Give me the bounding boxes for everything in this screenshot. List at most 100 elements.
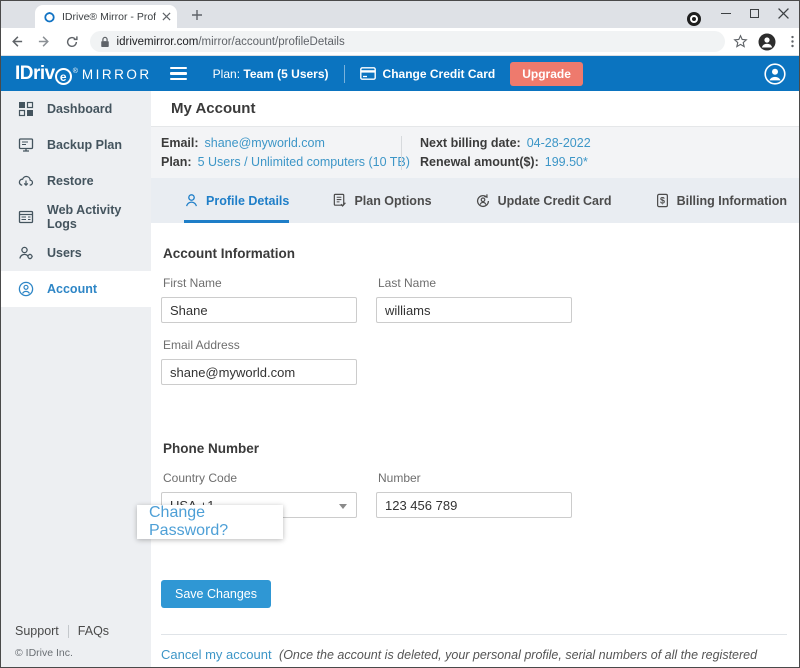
user-avatar-icon [764,63,786,85]
users-icon [18,245,34,261]
window-maximize-icon[interactable] [750,9,759,18]
first-name-input[interactable] [161,297,357,323]
sidebar-item-restore[interactable]: Restore [1,163,151,199]
new-tab-button[interactable] [189,7,205,23]
upgrade-button[interactable]: Upgrade [510,62,583,86]
account-information-heading: Account Information [163,246,799,261]
sidebar-item-web-activity-logs[interactable]: Web Activity Logs [1,199,151,235]
web-activity-logs-icon [18,209,34,225]
sidebar-item-label: Restore [47,174,94,188]
window-close-icon[interactable] [778,8,789,19]
tab-title: IDrive® Mirror - Profile Details [62,11,156,23]
next-billing-label: Next billing date: [420,136,521,150]
browser-tab[interactable]: IDrive® Mirror - Profile Details [35,5,177,28]
last-name-input[interactable] [376,297,572,323]
tab-close-icon[interactable] [162,12,171,21]
faqs-link[interactable]: FAQs [78,624,109,638]
change-password-link: Change Password? [149,504,283,540]
tab-update-credit-card[interactable]: Update Credit Card [475,178,612,223]
document-check-icon [332,193,347,208]
reload-button[interactable] [60,30,84,54]
recording-indicator-icon [687,12,701,26]
url-bar[interactable]: idrivemirror.com/mirror/account/profileD… [90,31,725,52]
tab-label: Profile Details [206,194,289,208]
change-password-callout[interactable]: Change Password? [137,505,283,539]
account-summary-bar: Email: shane@myworld.com Plan: 5 Users /… [151,127,799,178]
account-avatar-button[interactable] [764,63,786,85]
email-address-label: Email Address [163,338,357,352]
toolbar-right [733,33,799,51]
cancel-account-link[interactable]: Cancel my account [161,647,272,662]
forward-button[interactable] [33,30,57,54]
back-button[interactable] [5,30,29,54]
email-address-input[interactable] [161,359,357,385]
credit-card-icon [360,67,376,80]
sidebar-item-label: Users [47,246,82,260]
sidebar-item-label: Dashboard [47,102,112,116]
support-link[interactable]: Support [15,624,59,638]
browser-toolbar: idrivemirror.com/mirror/account/profileD… [1,28,799,56]
url-domain: idrivemirror.com [117,36,199,48]
browser-menu-dots-icon[interactable] [786,35,799,48]
renewal-amount-label: Renewal amount($): [420,155,539,169]
sidebar-item-dashboard[interactable]: Dashboard [1,91,151,127]
idrive-mirror-logo[interactable]: IDrive®MIRROR [15,63,152,85]
bookmark-star-icon[interactable] [733,34,748,49]
refresh-card-icon [475,193,491,209]
email-label: Email: [161,136,199,150]
header-divider [344,65,345,83]
page-title: My Account [171,100,255,117]
phone-number-input[interactable] [376,492,572,518]
window-minimize-icon[interactable] [721,13,731,14]
page-title-bar: My Account [151,91,799,127]
change-credit-card-label: Change Credit Card [383,67,496,81]
backup-plan-icon [18,137,34,153]
sidebar: Dashboard Backup Plan Restore Web Activi… [1,91,151,667]
chevron-down-icon [339,504,347,509]
main-content: My Account Email: shane@myworld.com Plan… [151,91,799,667]
favicon-idrive-icon [43,10,56,23]
plan-value: 5 Users / Unlimited computers (10 TB) [198,155,410,169]
account-tabs: Profile Details Plan Options Update Cred… [151,178,799,223]
email-value: shane@myworld.com [205,136,325,150]
logo-text: IDriv [15,63,55,85]
sidebar-item-users[interactable]: Users [1,235,151,271]
window-controls [721,6,789,20]
tab-billing-information[interactable]: $ Billing Information [655,178,787,223]
country-code-label: Country Code [163,471,357,485]
reload-icon [65,35,79,49]
copyright-text: © IDrive Inc. [15,647,109,659]
restore-cloud-icon [18,173,34,189]
account-icon [18,281,34,297]
tab-label: Update Credit Card [498,194,612,208]
person-icon [184,193,199,208]
tab-label: Plan Options [354,194,431,208]
sidebar-item-label: Account [47,282,97,296]
save-changes-button[interactable]: Save Changes [161,580,271,608]
logo-e-lock-icon: e [55,68,72,85]
tab-profile-details[interactable]: Profile Details [184,178,289,223]
change-credit-card-button[interactable]: Change Credit Card [360,67,496,81]
hamburger-menu-icon[interactable] [170,67,187,80]
plan-label: Plan: [213,67,240,81]
cancel-account-section: Cancel my account (Once the account is d… [161,645,799,668]
browser-profile-avatar-icon[interactable] [758,33,776,51]
profile-form: Account Information First Name Last Name… [151,246,799,668]
browser-tab-strip: IDrive® Mirror - Profile Details [1,1,799,28]
lock-icon [100,36,110,48]
dollar-icon: $ [655,193,670,208]
sidebar-item-backup-plan[interactable]: Backup Plan [1,127,151,163]
forward-arrow-icon [37,34,52,49]
next-billing-value: 04-28-2022 [527,136,591,150]
logo-registered-mark: ® [73,68,78,75]
url-path: /mirror/account/profileDetails [198,36,344,48]
phone-number-heading: Phone Number [163,441,799,456]
back-arrow-icon [9,34,24,49]
plan-value: Team (5 Users) [243,67,328,81]
sidebar-item-label: Web Activity Logs [47,203,151,231]
browser-window: IDrive® Mirror - Profile Details idrivem… [0,0,800,668]
sidebar-item-label: Backup Plan [47,138,122,152]
sidebar-item-account[interactable]: Account [1,271,151,307]
tab-plan-options[interactable]: Plan Options [332,178,431,223]
app-header: IDrive®MIRROR Plan: Team (5 Users) Chang… [1,56,799,91]
